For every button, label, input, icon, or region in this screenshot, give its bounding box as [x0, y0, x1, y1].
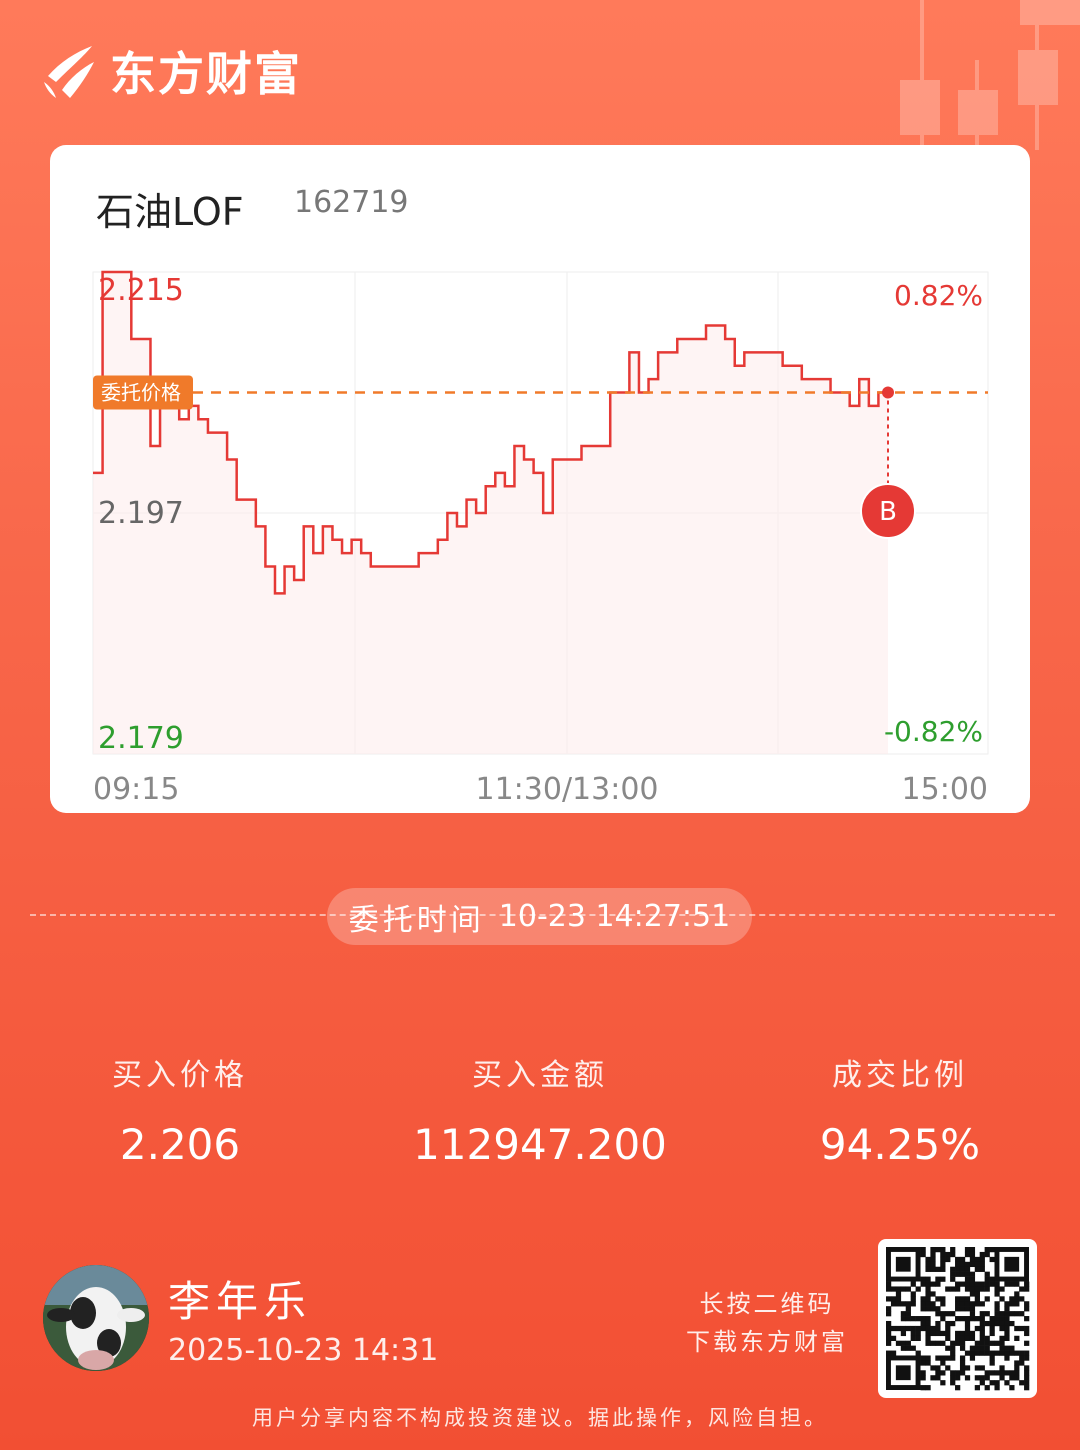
qr-code[interactable] — [878, 1239, 1037, 1398]
pct-label-bottom: -0.82% — [884, 715, 983, 748]
buy-marker: B — [860, 483, 916, 539]
eastmoney-logo-icon — [44, 46, 94, 98]
stat-buy-amount: 买入金额 112947.200 — [360, 1050, 720, 1169]
buy-point-dot — [882, 386, 894, 399]
disclaimer: 用户分享内容不构成投资建议。据此操作，风险自担。 — [252, 1406, 828, 1430]
x-label-close: 15:00 — [902, 772, 988, 807]
cow-avatar-icon — [43, 1265, 149, 1371]
stat-label: 成交比例 — [832, 1058, 968, 1093]
y-label-top: 2.215 — [98, 273, 184, 308]
brand-logo: 东方财富 — [42, 38, 302, 104]
stat-label: 买入价格 — [112, 1058, 248, 1093]
brand-name: 东方财富 — [110, 47, 302, 101]
order-price-tag: 委托价格 — [93, 375, 193, 410]
pct-label-top: 0.82% — [894, 279, 983, 312]
order-price-label: 委托价格 — [101, 381, 181, 405]
qr-hint: 长按二维码 下载东方财富 — [682, 1285, 852, 1361]
buy-marker-label: B — [879, 497, 897, 527]
price-area — [93, 272, 888, 754]
stat-buy-price: 买入价格 2.206 — [0, 1050, 360, 1169]
x-label-open: 09:15 — [93, 772, 179, 807]
candlestick-decoration-icon — [900, 0, 1080, 150]
user-name: 李年乐 — [168, 1277, 313, 1326]
stat-fill-ratio: 成交比例 94.25% — [720, 1050, 1080, 1169]
y-label-bottom: 2.179 — [98, 721, 184, 756]
order-time-label: 委托时间 — [348, 902, 485, 938]
intraday-chart: 委托价格 B 2.215 2.197 2.179 0.82% -0.82% 09… — [92, 270, 989, 807]
order-time-value: 10-23 14:27:51 — [498, 899, 731, 934]
x-label-midday: 11:30/13:00 — [475, 772, 658, 807]
stat-label: 买入金额 — [472, 1058, 608, 1093]
chart-card: 石油LOF 162719 委托价格 B 2.215 2.197 2.179 0.… — [50, 145, 1030, 813]
share-time: 2025-10-23 14:31 — [168, 1333, 439, 1368]
order-time-pill: 委托时间 10-23 14:27:51 — [327, 888, 752, 945]
qr-hint-line1: 长按二维码 — [699, 1290, 835, 1318]
stat-value: 2.206 — [119, 1120, 241, 1169]
qr-hint-line2: 下载东方财富 — [686, 1328, 848, 1356]
y-label-mid: 2.197 — [98, 496, 184, 531]
stat-value: 112947.200 — [413, 1120, 667, 1169]
qr-code-icon — [886, 1247, 1030, 1391]
stat-value: 94.25% — [819, 1120, 981, 1169]
user-avatar[interactable] — [43, 1265, 149, 1371]
